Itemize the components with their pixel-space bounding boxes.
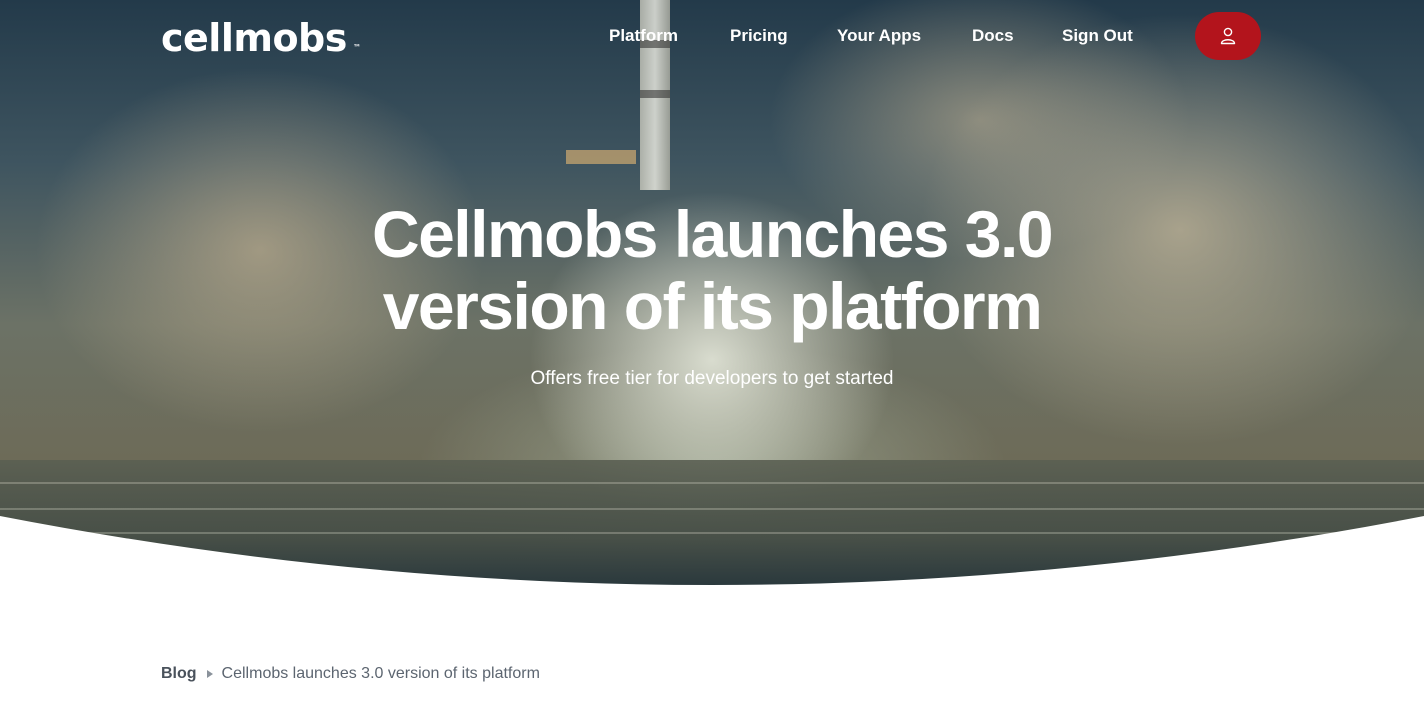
ground-line: [0, 482, 1424, 484]
nav-pricing[interactable]: Pricing: [730, 24, 788, 48]
nav-docs[interactable]: Docs: [972, 24, 1014, 48]
rocket-band: [640, 90, 670, 98]
nav-sign-out[interactable]: Sign Out: [1062, 24, 1133, 48]
nav-platform[interactable]: Platform: [609, 24, 678, 48]
breadcrumb-blog-link[interactable]: Blog: [161, 665, 197, 683]
hero-curve-divider: [0, 516, 1424, 590]
trademark-symbol: ™: [353, 43, 361, 52]
site-header: cellmobs ™ Platform Pricing Your Apps Do…: [0, 0, 1424, 72]
ground-line: [0, 508, 1424, 510]
user-account-button[interactable]: [1195, 12, 1261, 60]
cellmobs-logo[interactable]: cellmobs: [161, 16, 347, 60]
page-title: Cellmobs launches 3.0 version of its pla…: [212, 198, 1212, 342]
breadcrumb-current: Cellmobs launches 3.0 version of its pla…: [221, 665, 540, 682]
page-title-line-2: version of its platform: [382, 269, 1043, 343]
breadcrumb: Blog Cellmobs launches 3.0 version of it…: [161, 663, 540, 685]
launch-gantry: [566, 150, 636, 164]
nav-your-apps[interactable]: Your Apps: [837, 24, 921, 48]
caret-right-icon: [206, 670, 213, 678]
page-title-line-1: Cellmobs launches 3.0: [371, 197, 1054, 271]
page-subtitle: Offers free tier for developers to get s…: [530, 368, 894, 389]
user-icon: [1220, 27, 1236, 45]
